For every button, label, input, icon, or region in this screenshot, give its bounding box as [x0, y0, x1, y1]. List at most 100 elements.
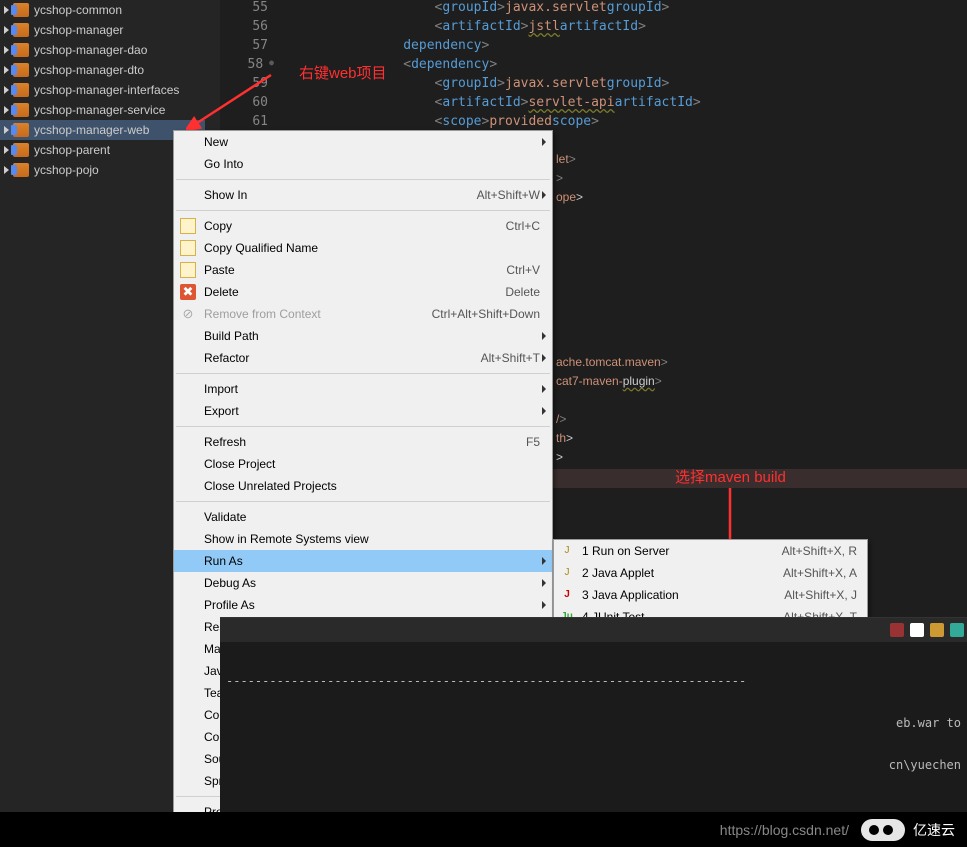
- submenu-shortcut: Alt+Shift+X, J: [784, 588, 857, 602]
- submenu-label: 2 Java Applet: [582, 566, 783, 580]
- menu-shortcut: Ctrl+C: [506, 219, 540, 233]
- menu-import[interactable]: Import: [174, 378, 552, 400]
- expand-icon[interactable]: [4, 146, 9, 154]
- menu-close-unrelated-projects[interactable]: Close Unrelated Projects: [174, 475, 552, 497]
- menu-remove-from-context: ⊘Remove from ContextCtrl+Alt+Shift+Down: [174, 303, 552, 325]
- menu-paste[interactable]: PasteCtrl+V: [174, 259, 552, 281]
- project-ycshop-manager-dao[interactable]: ycshop-manager-dao: [0, 40, 205, 60]
- expand-icon[interactable]: [4, 126, 9, 134]
- menu-close-project[interactable]: Close Project: [174, 453, 552, 475]
- code-fragment: ope>: [556, 190, 583, 209]
- menu-label: New: [204, 135, 540, 149]
- console-panel: ----------------------------------------…: [220, 617, 967, 812]
- submenu-arrow-icon: [542, 557, 546, 565]
- runas-2-java-applet[interactable]: J 2 Java AppletAlt+Shift+X, A: [554, 562, 867, 584]
- project-label: ycshop-manager-web: [34, 123, 149, 137]
- submenu-arrow-icon: [542, 191, 546, 199]
- menu-label: Delete: [204, 285, 505, 299]
- footer-bar: https://blog.csdn.net/ 亿速云: [0, 812, 967, 847]
- project-ycshop-manager-dto[interactable]: ycshop-manager-dto: [0, 60, 205, 80]
- code-fragment: cat7-maven-plugin>: [556, 374, 662, 393]
- submenu-shortcut: Alt+Shift+X, A: [783, 566, 857, 580]
- code-line[interactable]: <artifactId>servlet-apiartifactId>: [278, 95, 701, 114]
- lock-icon[interactable]: [930, 623, 944, 637]
- menu-show-in[interactable]: Show InAlt+Shift+W: [174, 184, 552, 206]
- code-fragment: />: [556, 412, 566, 431]
- code-line[interactable]: <artifactId>jstlartifactId>: [278, 19, 701, 38]
- runas-3-java-application[interactable]: J 3 Java ApplicationAlt+Shift+X, J: [554, 584, 867, 606]
- submenu-arrow-icon: [542, 385, 546, 393]
- code-area[interactable]: <groupId>javax.servletgroupId> <artifact…: [278, 0, 701, 133]
- server-icon: J: [559, 565, 575, 581]
- menu-refactor[interactable]: RefactorAlt+Shift+T: [174, 347, 552, 369]
- code-line[interactable]: dependency>: [278, 38, 701, 57]
- menu-label: Refactor: [204, 351, 481, 365]
- menu-label: Show In: [204, 188, 477, 202]
- code-line[interactable]: <groupId>javax.servletgroupId>: [278, 76, 701, 95]
- expand-icon[interactable]: [4, 46, 9, 54]
- menu-export[interactable]: Export: [174, 400, 552, 422]
- runas-1-run-on-server[interactable]: J1 Run on ServerAlt+Shift+X, R: [554, 540, 867, 562]
- submenu-arrow-icon: [542, 601, 546, 609]
- menu-shortcut: Ctrl+Alt+Shift+Down: [432, 307, 540, 321]
- expand-icon[interactable]: [4, 6, 9, 14]
- expand-icon[interactable]: [4, 26, 9, 34]
- project-icon: [13, 83, 29, 97]
- menu-separator: [176, 373, 550, 374]
- menu-new[interactable]: New: [174, 131, 552, 153]
- code-fragment: ache.tomcat.maven>: [556, 355, 668, 374]
- submenu-label: 3 Java Application: [582, 588, 784, 602]
- menu-label: Build Path: [204, 329, 540, 343]
- expand-icon[interactable]: [4, 106, 9, 114]
- paste-icon: [180, 262, 196, 278]
- project-icon: [13, 43, 29, 57]
- project-icon: [13, 103, 29, 117]
- menu-show-in-remote-systems-view[interactable]: Show in Remote Systems view: [174, 528, 552, 550]
- console-toolbar[interactable]: [220, 618, 967, 642]
- menu-label: Validate: [204, 510, 540, 524]
- menu-separator: [176, 210, 550, 211]
- code-line[interactable]: <groupId>javax.servletgroupId>: [278, 0, 701, 19]
- expand-icon[interactable]: [4, 86, 9, 94]
- submenu-label: 1 Run on Server: [582, 544, 782, 558]
- expand-icon[interactable]: [4, 66, 9, 74]
- menu-label: Paste: [204, 263, 506, 277]
- submenu-arrow-icon: [542, 579, 546, 587]
- project-icon: [13, 123, 29, 137]
- pin-icon[interactable]: [910, 623, 924, 637]
- expand-icon[interactable]: [4, 166, 9, 174]
- menu-profile-as[interactable]: Profile As: [174, 594, 552, 616]
- menu-copy-qualified-name[interactable]: Copy Qualified Name: [174, 237, 552, 259]
- project-ycshop-manager[interactable]: ycshop-manager: [0, 20, 205, 40]
- project-ycshop-manager-service[interactable]: ycshop-manager-service: [0, 100, 205, 120]
- menu-refresh[interactable]: RefreshF5: [174, 431, 552, 453]
- code-line[interactable]: <dependency>: [278, 57, 701, 76]
- menu-copy[interactable]: CopyCtrl+C: [174, 215, 552, 237]
- menu-validate[interactable]: Validate: [174, 506, 552, 528]
- menu-label: Debug As: [204, 576, 540, 590]
- menu-label: Refresh: [204, 435, 526, 449]
- close-icon[interactable]: [890, 623, 904, 637]
- menu-go-into[interactable]: Go Into: [174, 153, 552, 175]
- project-ycshop-common[interactable]: ycshop-common: [0, 0, 205, 20]
- project-label: ycshop-manager-dto: [34, 63, 144, 77]
- submenu-arrow-icon: [542, 354, 546, 362]
- menu-label: Close Unrelated Projects: [204, 479, 540, 493]
- menu-build-path[interactable]: Build Path: [174, 325, 552, 347]
- project-icon: [13, 143, 29, 157]
- menu-label: Show in Remote Systems view: [204, 532, 540, 546]
- project-label: ycshop-manager: [34, 23, 123, 37]
- menu-delete[interactable]: ✖DeleteDelete: [174, 281, 552, 303]
- menu-debug-as[interactable]: Debug As: [174, 572, 552, 594]
- submenu-arrow-icon: [542, 332, 546, 340]
- project-label: ycshop-manager-interfaces: [34, 83, 179, 97]
- project-icon: [13, 63, 29, 77]
- project-label: ycshop-manager-service: [34, 103, 165, 117]
- menu-separator: [176, 501, 550, 502]
- menu-icon[interactable]: [950, 623, 964, 637]
- delete-icon: ✖: [180, 284, 196, 300]
- project-ycshop-manager-interfaces[interactable]: ycshop-manager-interfaces: [0, 80, 205, 100]
- project-icon: [13, 23, 29, 37]
- java-icon: J: [559, 587, 575, 603]
- menu-run-as[interactable]: Run As: [174, 550, 552, 572]
